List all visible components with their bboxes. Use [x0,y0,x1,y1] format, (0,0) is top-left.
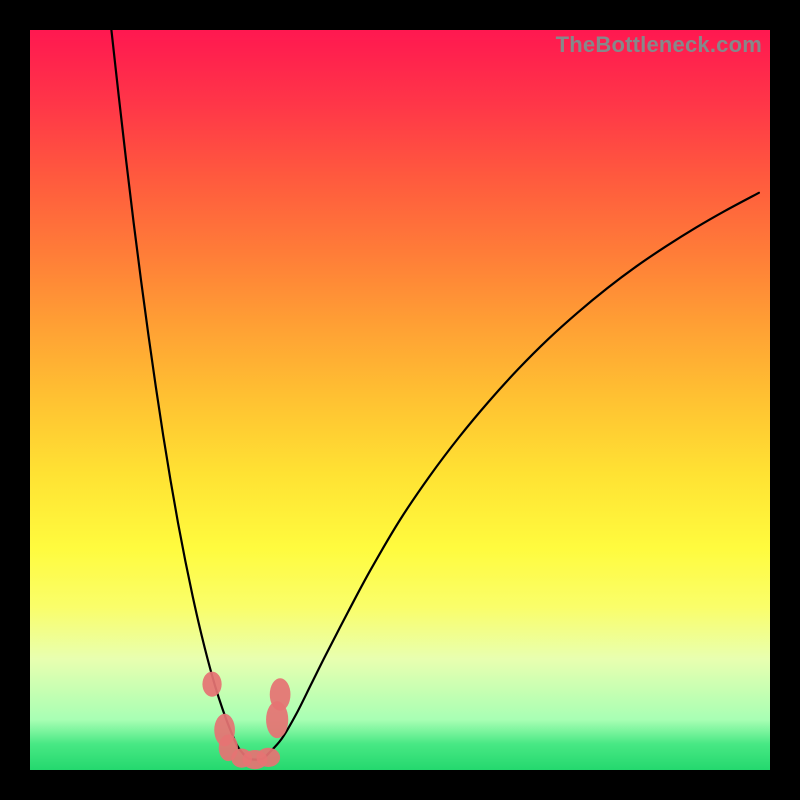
curve-marker [270,678,291,711]
bottleneck-curve [30,30,770,770]
series-left-branch [111,30,243,754]
gradient-plot-area: TheBottleneck.com [30,30,770,770]
chart-stage: TheBottleneck.com [0,0,800,800]
curve-marker [202,672,221,697]
curve-marker [256,748,280,767]
series-right-branch [268,193,759,754]
